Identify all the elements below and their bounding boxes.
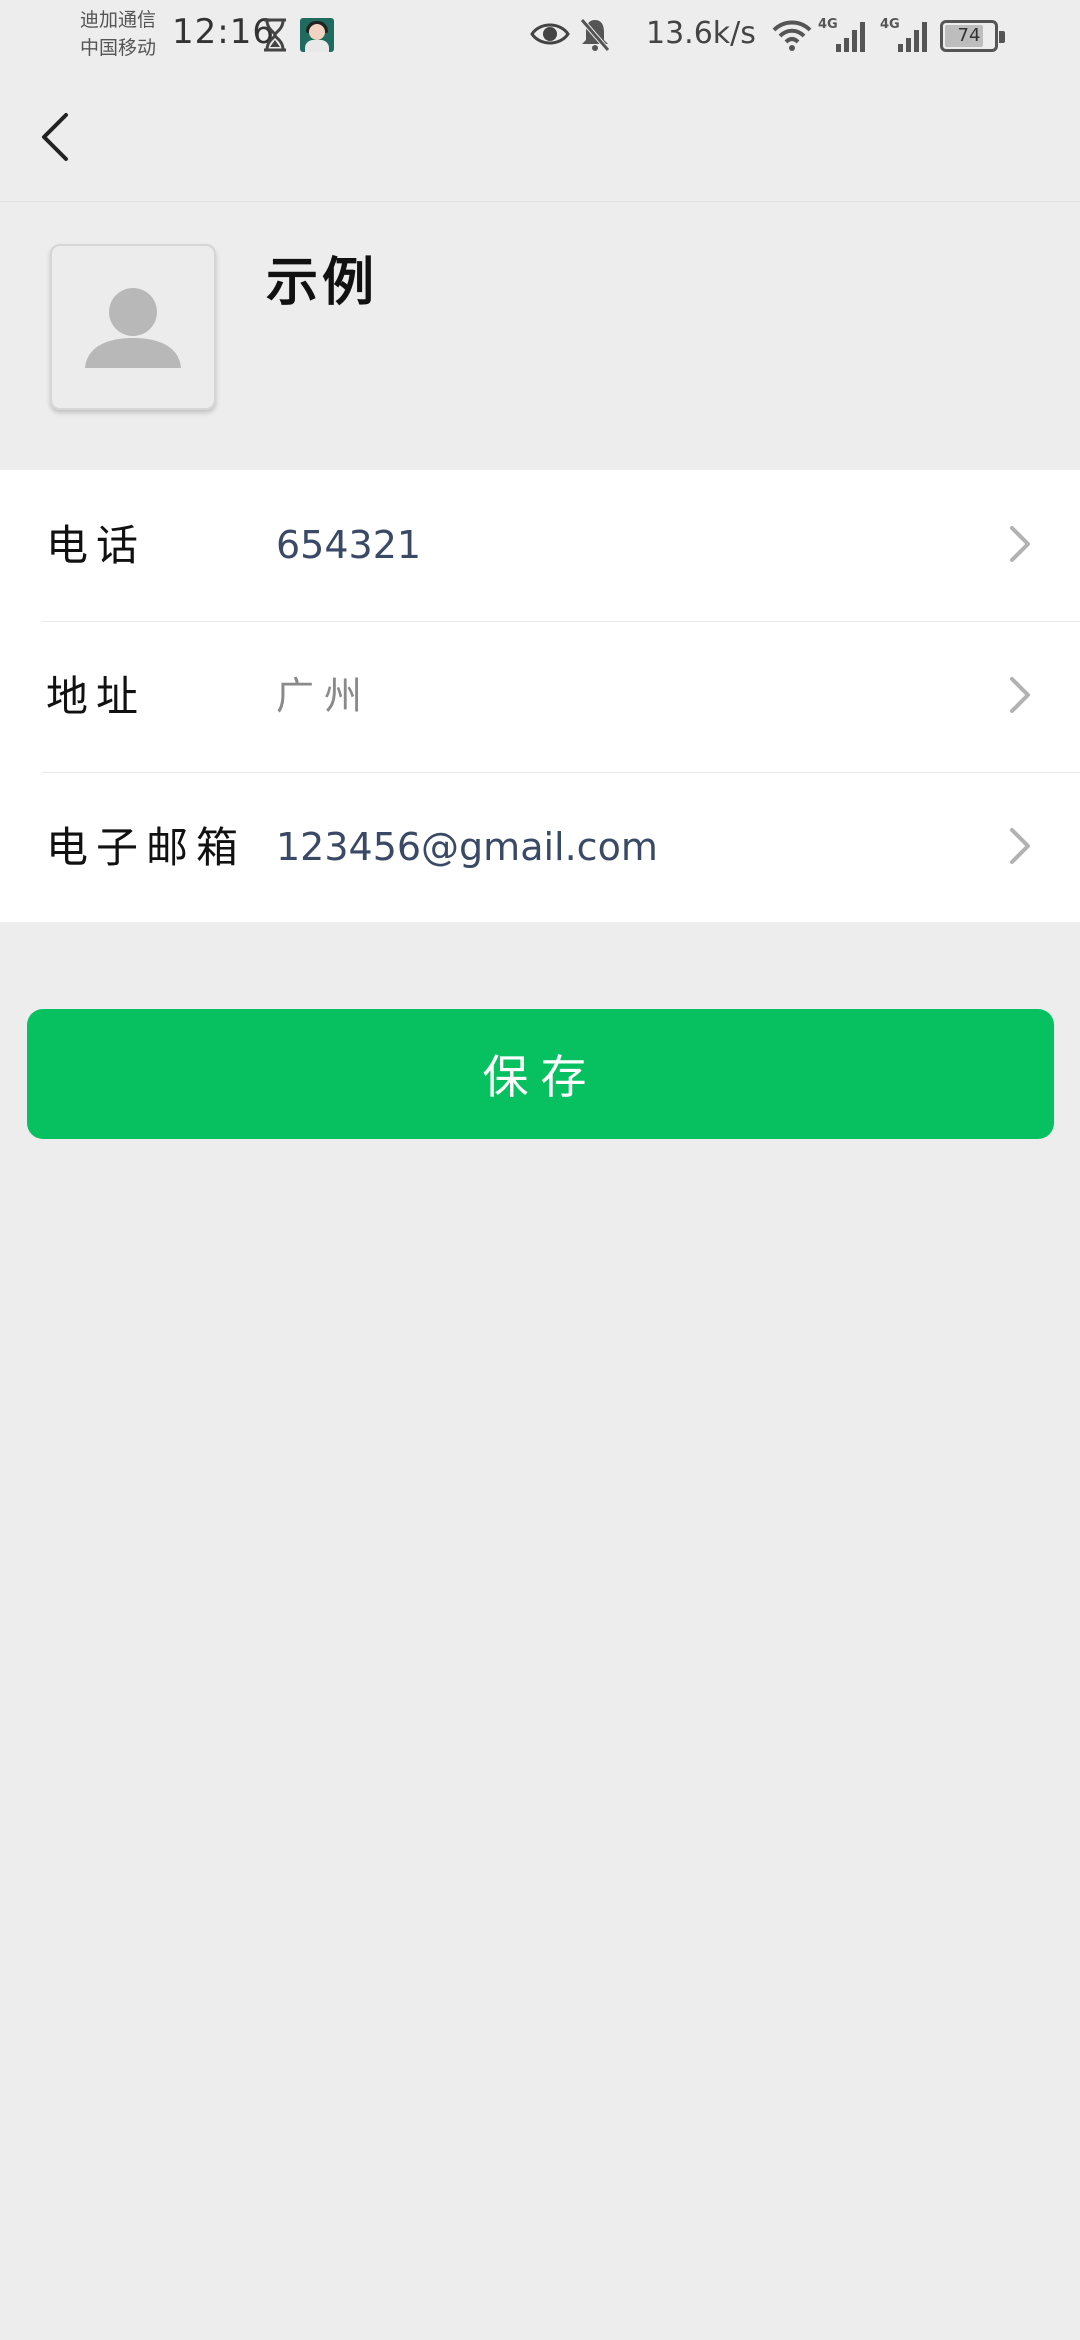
wifi-icon — [772, 20, 812, 51]
battery-level: 74 — [957, 25, 981, 46]
network-type-label: 4G — [818, 17, 838, 32]
network-speed: 13.6k/s — [646, 16, 756, 51]
email-label: 电子邮箱 — [46, 823, 247, 872]
save-button[interactable]: 保存 — [27, 1009, 1054, 1139]
email-row[interactable]: 电子邮箱 123456@gmail.com — [0, 772, 1080, 923]
address-label: 地址 — [46, 672, 147, 721]
battery-icon: 74 — [940, 20, 1005, 52]
contact-info-list: 电话 654321 地址 广州 电子邮箱 123456@gmail.com — [0, 470, 1080, 922]
avatar[interactable] — [50, 244, 216, 410]
nav-bar — [0, 72, 1080, 202]
back-button[interactable] — [20, 102, 90, 172]
eye-icon — [530, 23, 570, 45]
network-type-label: 4G — [880, 17, 900, 32]
chevron-left-icon — [42, 113, 68, 161]
phone-label: 电话 — [46, 521, 147, 570]
bell-muted-icon — [580, 18, 610, 52]
carrier-name-secondary: 中国移动 — [80, 37, 157, 59]
carrier-info: 迪加通信 中国移动 — [80, 6, 156, 62]
email-value: 123456@gmail.com — [276, 825, 658, 869]
status-bar: 迪加通信 中国移动 12:16 13.6k/s 4G 4G 74 — [0, 0, 1080, 72]
phone-row[interactable]: 电话 654321 — [0, 470, 1080, 621]
chevron-right-icon — [1010, 677, 1030, 713]
profile-name: 示例 — [266, 253, 379, 313]
address-value: 广州 — [276, 674, 373, 718]
chevron-right-icon — [1010, 526, 1030, 562]
signal-icon: 4G — [880, 17, 927, 52]
carrier-name-primary: 迪加通信 — [80, 9, 157, 31]
hourglass-icon — [264, 18, 286, 52]
phone-value: 654321 — [276, 523, 422, 567]
chevron-right-icon — [1010, 828, 1030, 864]
default-avatar-icon — [85, 288, 181, 368]
app-notification-icon — [300, 18, 334, 52]
profile-header: 示例 — [0, 202, 1080, 470]
signal-icon: 4G — [818, 17, 865, 52]
status-time: 12:16 — [172, 12, 275, 52]
address-row[interactable]: 地址 广州 — [0, 621, 1080, 772]
